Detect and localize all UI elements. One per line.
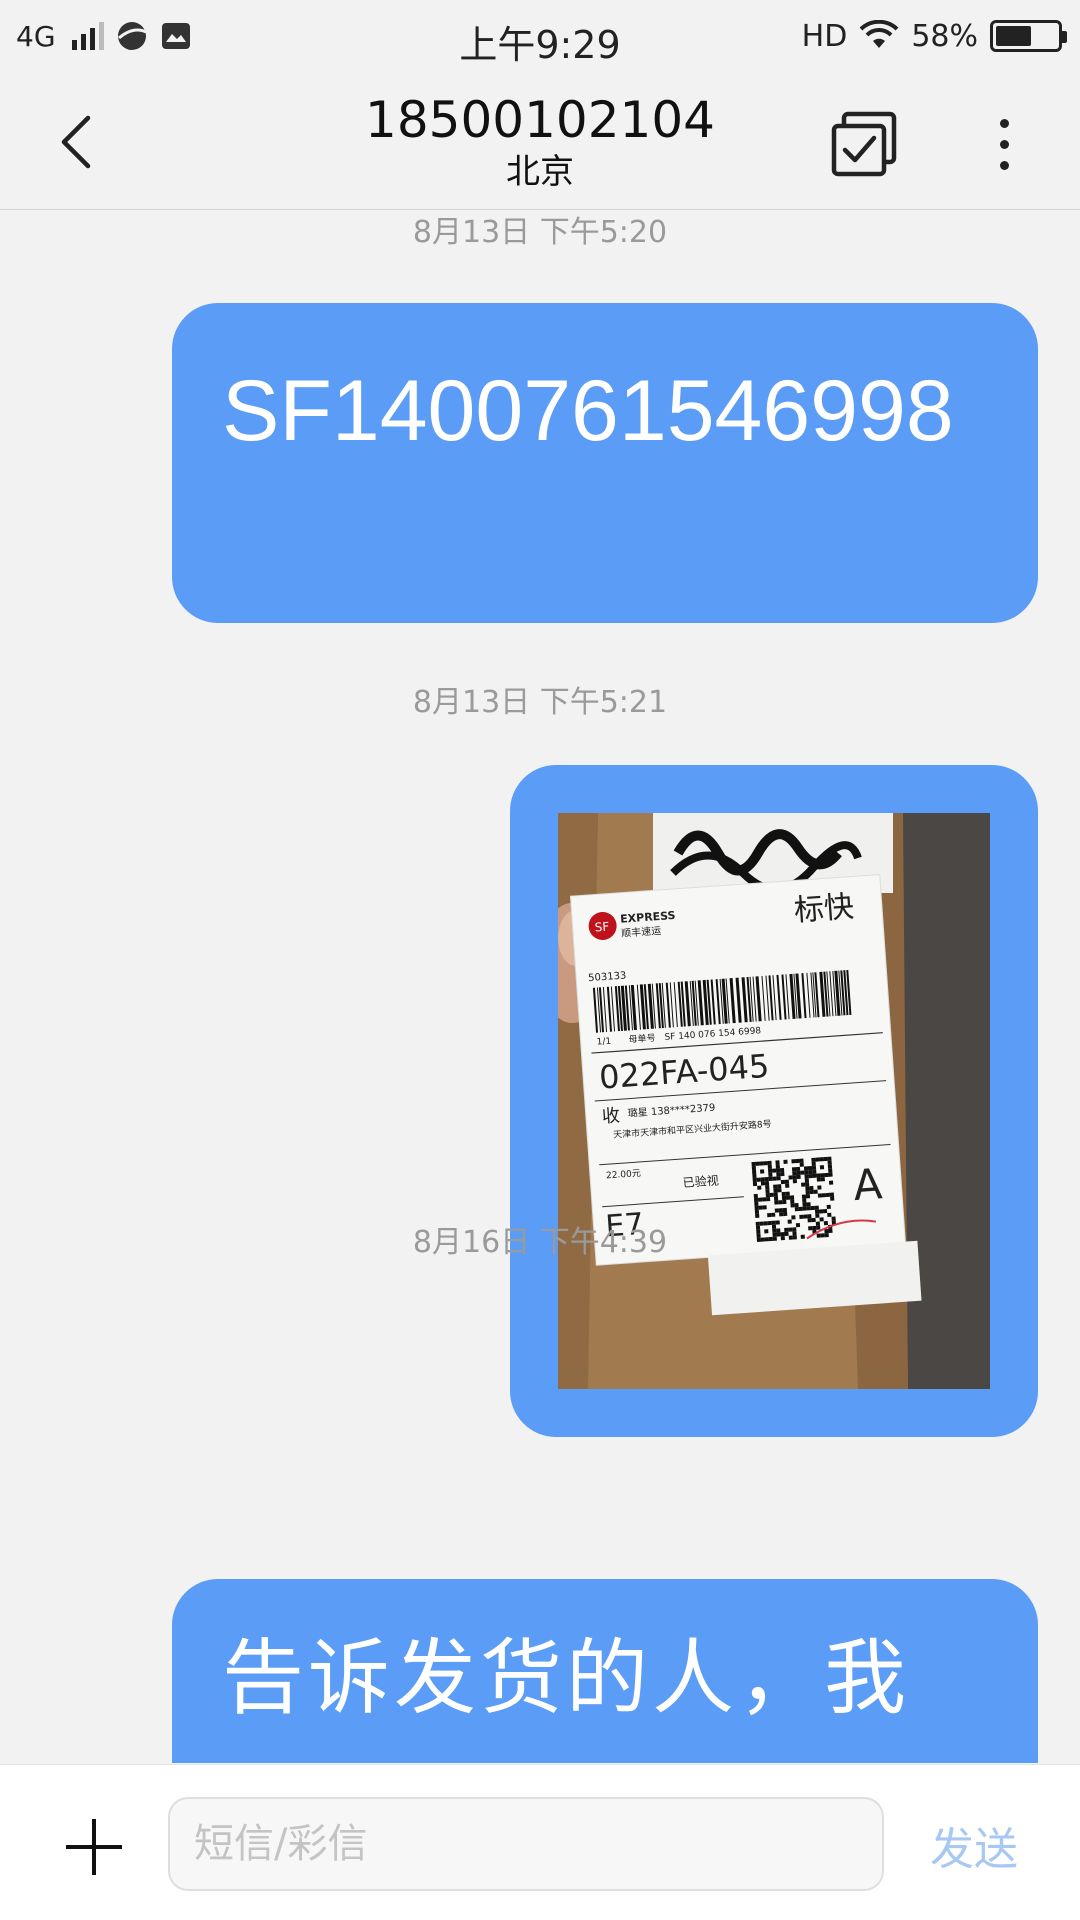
multi-select-icon xyxy=(831,111,897,177)
more-dot xyxy=(999,118,1009,128)
status-bar: 4G 上午9:29 HD 58% xyxy=(0,0,1080,72)
more-dot xyxy=(999,160,1009,170)
contact-location: 北京 xyxy=(506,152,574,192)
label-piece: 1/1 xyxy=(596,1037,611,1048)
message-text: 告诉发货的人，我 xyxy=(222,1631,911,1726)
message-text: SF1400761546998 xyxy=(222,363,954,459)
sf-logo: SF xyxy=(594,920,610,935)
hd-indicator: HD xyxy=(801,18,848,54)
message-list[interactable]: 8月13日 下午5:20 SF1400761546998 8月13日 下午5:2… xyxy=(0,211,1080,1763)
message-bubble[interactable]: SF1400761546998 xyxy=(172,303,1038,623)
more-dot xyxy=(999,139,1009,149)
send-button[interactable]: 发送 xyxy=(930,1813,1018,1877)
label-service: 标快 xyxy=(793,889,855,928)
more-options-button[interactable] xyxy=(984,108,1024,180)
compose-bar: 发送 xyxy=(0,1764,1080,1920)
label-checked: 已验视 xyxy=(682,1173,719,1190)
wifi-icon xyxy=(859,20,899,48)
add-attachment-button[interactable] xyxy=(62,1815,126,1879)
shipping-label-image: SF EXPRESS 顺丰速运 标快 503133 1/1 母单号 SF 140… xyxy=(558,813,990,1389)
label-grade: A xyxy=(852,1159,884,1210)
shipping-label-photo[interactable]: SF EXPRESS 顺丰速运 标快 503133 1/1 母单号 SF 140… xyxy=(558,813,990,1389)
battery-icon xyxy=(990,20,1067,52)
conversation-header: 18500102104 北京 xyxy=(0,72,1080,210)
message-bubble[interactable]: 告诉发货的人，我 xyxy=(172,1579,1038,1763)
contact-number: 18500102104 xyxy=(365,91,715,149)
battery-percent: 58% xyxy=(911,18,978,54)
message-timestamp: 8月16日 下午4:39 xyxy=(412,1225,668,1260)
label-recipient-tag: 收 xyxy=(601,1105,620,1127)
image-message-bubble[interactable]: SF EXPRESS 顺丰速运 标快 503133 1/1 母单号 SF 140… xyxy=(510,765,1038,1437)
status-right: HD 58% xyxy=(801,16,1067,56)
battery-level xyxy=(996,26,1031,46)
message-timestamp: 8月13日 下午5:20 xyxy=(412,215,668,250)
message-timestamp: 8月13日 下午5:21 xyxy=(412,685,668,720)
message-input[interactable] xyxy=(168,1797,884,1891)
multi-select-button[interactable] xyxy=(828,108,900,180)
